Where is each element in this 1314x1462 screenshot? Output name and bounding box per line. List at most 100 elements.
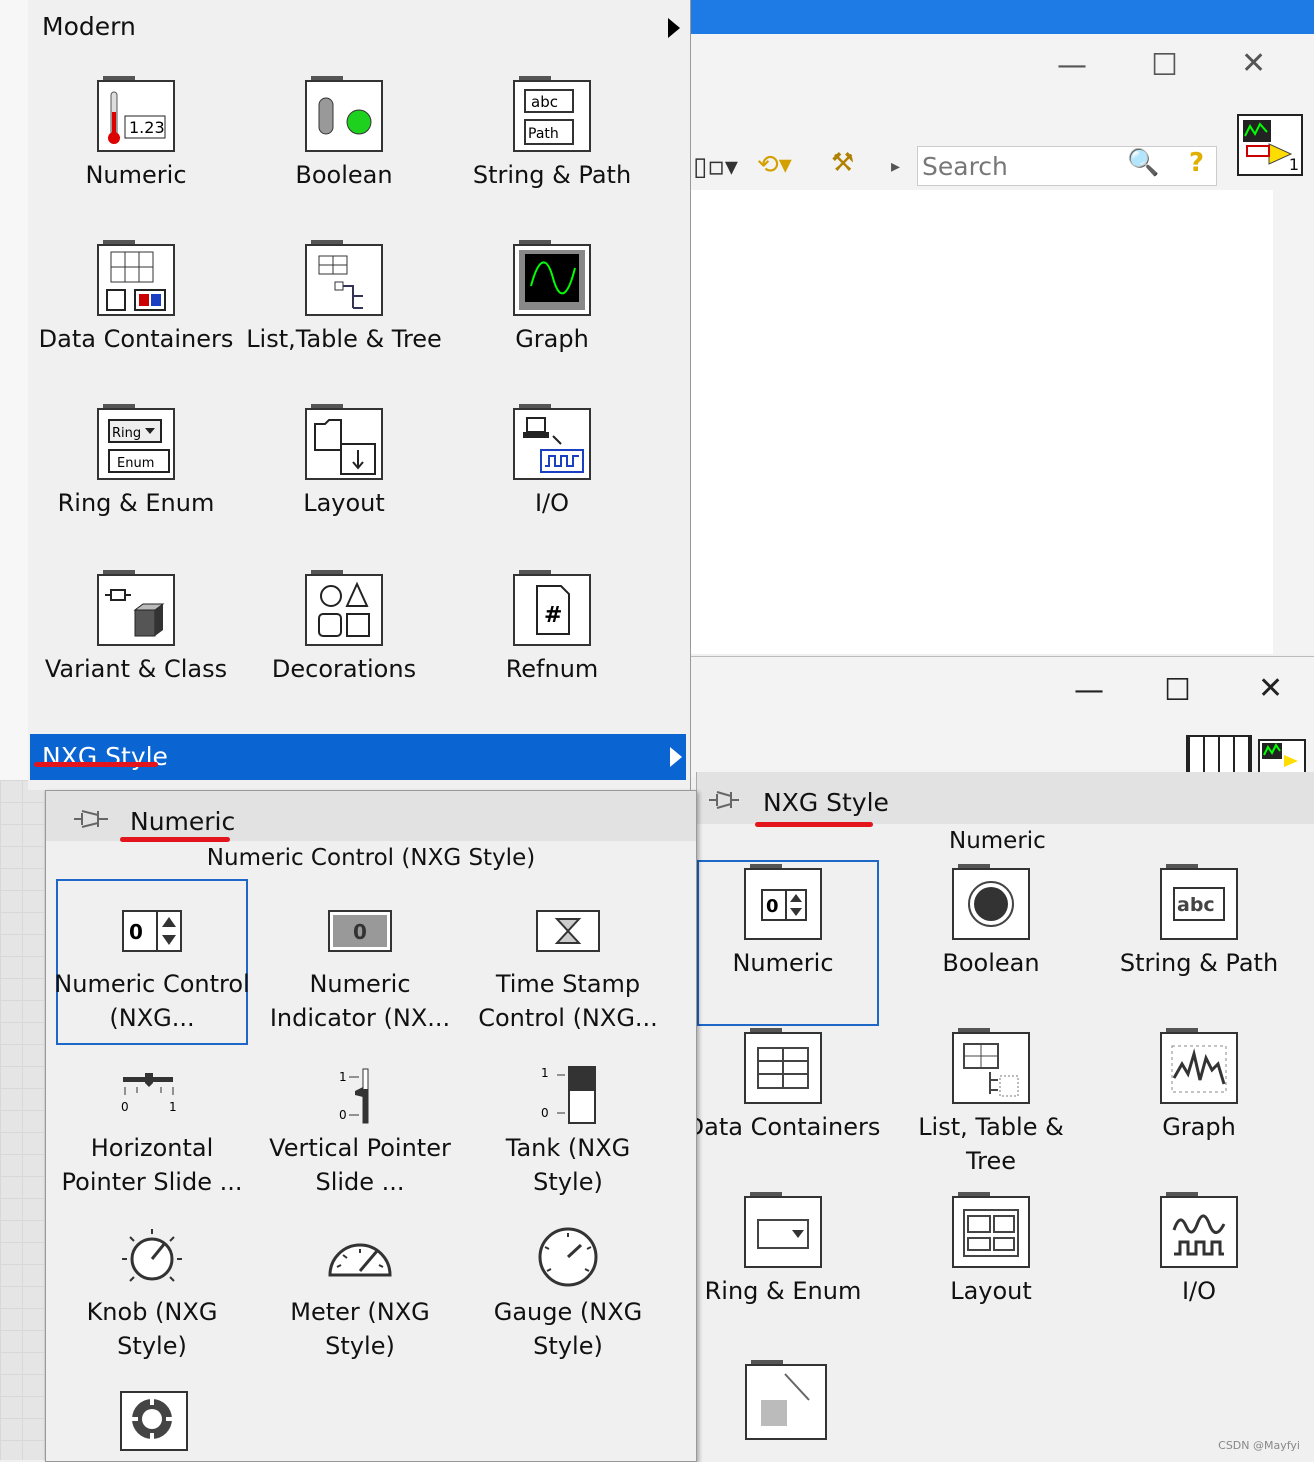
- cleanup-icon[interactable]: ⚒: [831, 148, 854, 178]
- maximize-icon[interactable]: ☐: [1151, 48, 1178, 83]
- nxg-string-icon: abc: [1160, 864, 1238, 940]
- align-objects-icon[interactable]: ▯▫▾: [693, 152, 738, 182]
- numeric-item-meter[interactable]: Meter (NXG Style): [260, 1227, 460, 1363]
- palette-title: Numeric: [130, 807, 236, 836]
- numeric-item-control[interactable]: 0 Numeric Control (NXG...: [52, 901, 252, 1035]
- search-icon[interactable]: 🔍: [1127, 148, 1159, 178]
- vi-icon-2[interactable]: [1258, 739, 1306, 775]
- scale-min: 0: [541, 1106, 549, 1120]
- item-label: Meter (NXG Style): [290, 1298, 430, 1360]
- numeric-item-indicator[interactable]: 0 Numeric Indicator (NX...: [260, 901, 460, 1035]
- nxg-numeric-icon: 0: [744, 864, 822, 940]
- nxg-item-ring-enum[interactable]: Ring & Enum: [683, 1192, 883, 1308]
- nxg-decorations-icon[interactable]: [745, 1360, 827, 1440]
- ring-text: Ring: [112, 426, 141, 441]
- nxg-item-boolean[interactable]: Boolean: [891, 864, 1091, 980]
- nxg-data-containers-icon: [744, 1028, 822, 1104]
- nxg-item-list-table-tree[interactable]: List, Table & Tree: [891, 1028, 1091, 1178]
- palette-item-ring-enum[interactable]: Ring Enum Ring & Enum: [36, 404, 236, 520]
- item-label: Numeric Control (NXG...: [54, 970, 250, 1032]
- palette-item-io[interactable]: I/O: [452, 404, 652, 520]
- item-label: String & Path: [1119, 949, 1279, 977]
- item-label: Tank (NXG Style): [505, 1134, 631, 1196]
- nxg-item-data-containers[interactable]: Data Containers: [683, 1028, 883, 1144]
- item-label: I/O: [1181, 1277, 1217, 1305]
- item-label: Layout: [950, 1277, 1032, 1305]
- numeric-icon: 1.23: [97, 76, 175, 152]
- boolean-icon: [305, 76, 383, 152]
- horizontal-slide-icon: 01: [121, 1073, 177, 1114]
- nxg-list-icon: [952, 1028, 1030, 1104]
- nxg-item-string-path[interactable]: abc String & Path: [1099, 864, 1299, 980]
- maximize-icon-2[interactable]: ☐: [1164, 673, 1191, 708]
- enum-text: Enum: [117, 456, 154, 471]
- minimize-icon-2[interactable]: —: [1074, 673, 1104, 708]
- nxg-style-palette: NXG Style Numeric 0 Numeric Boolean abc …: [686, 772, 1314, 1460]
- pin-icon[interactable]: [707, 788, 741, 812]
- numeric-item-vertical-slide[interactable]: 10 Vertical Pointer Slide ...: [260, 1065, 460, 1199]
- nxg-ring-icon: [744, 1192, 822, 1268]
- numeric-icon-value: 1.23: [129, 118, 165, 137]
- palette-header: NXG Style: [697, 772, 1314, 824]
- nxg-item-layout[interactable]: Layout: [891, 1192, 1091, 1308]
- hash-text: #: [544, 603, 562, 628]
- item-label: Knob (NXG Style): [86, 1298, 218, 1360]
- background-window-2: — ☐ ✕: [690, 656, 1314, 777]
- nxg-item-graph[interactable]: Graph: [1099, 1028, 1299, 1144]
- item-label: Numeric: [85, 161, 187, 189]
- palette-item-layout[interactable]: Layout: [244, 404, 444, 520]
- spinner-icon: [132, 1399, 172, 1439]
- connector-pane-icon[interactable]: [1186, 735, 1252, 775]
- vertical-slide-icon: 10: [339, 1068, 369, 1124]
- palette-item-decorations[interactable]: Decorations: [244, 570, 444, 686]
- item-label: Layout: [303, 489, 385, 517]
- palette-title: Modern: [42, 12, 136, 41]
- decorations-icon: [305, 570, 383, 646]
- item-label: Variant & Class: [44, 655, 228, 683]
- search-expand-icon[interactable]: ▸: [891, 152, 900, 182]
- background-window: — ☐ ✕ ▯▫▾ ⟲▾ ⚒ ▸ Search 🔍 ? 1: [690, 34, 1314, 654]
- minimize-icon[interactable]: —: [1057, 48, 1087, 83]
- numeric-item-extra[interactable]: [120, 1391, 188, 1451]
- item-label: Decorations: [271, 655, 417, 683]
- item-label: Vertical Pointer Slide ...: [269, 1134, 451, 1196]
- palette-item-graph[interactable]: Graph: [452, 240, 652, 356]
- nxg-style-menu-item[interactable]: NXG Style: [30, 734, 686, 780]
- close-icon[interactable]: ✕: [1241, 46, 1266, 81]
- palette-item-boolean[interactable]: Boolean: [244, 76, 444, 192]
- scale-min: 0: [339, 1108, 347, 1122]
- nxg-item-io[interactable]: I/O: [1099, 1192, 1299, 1308]
- palette-item-refnum[interactable]: # Refnum: [452, 570, 652, 686]
- search-input[interactable]: Search: [917, 146, 1217, 186]
- zero-text: 0: [766, 896, 779, 917]
- pin-icon[interactable]: [72, 807, 110, 831]
- watermark: CSDN @Mayfyi: [1218, 1439, 1300, 1452]
- help-icon[interactable]: ?: [1189, 148, 1204, 178]
- reorder-icon[interactable]: ⟲▾: [757, 150, 792, 180]
- vi-icon[interactable]: 1: [1237, 114, 1303, 176]
- close-icon-2[interactable]: ✕: [1258, 671, 1283, 706]
- scale-max: 1: [339, 1070, 347, 1084]
- item-label: Graph: [1162, 1113, 1236, 1141]
- palette-item-data-containers[interactable]: Data Containers: [36, 240, 236, 356]
- numeric-item-horizontal-slide[interactable]: 01 Horizontal Pointer Slide ...: [52, 1065, 252, 1199]
- numeric-item-timestamp[interactable]: Time Stamp Control (NXG...: [468, 901, 668, 1035]
- path-text: Path: [528, 126, 559, 142]
- numeric-item-knob[interactable]: Knob (NXG Style): [52, 1227, 252, 1363]
- palette-item-numeric[interactable]: 1.23 Numeric: [36, 76, 236, 192]
- hover-tip: Numeric: [949, 828, 1046, 854]
- numeric-item-gauge[interactable]: Gauge (NXG Style): [468, 1227, 668, 1363]
- item-label: Data Containers: [38, 325, 234, 353]
- graph-icon: [513, 240, 591, 316]
- palette-item-variant-class[interactable]: Variant & Class: [36, 570, 236, 686]
- item-label: Numeric Indicator (NX...: [269, 970, 451, 1032]
- palette-item-string-path[interactable]: abc Path String & Path: [452, 76, 652, 192]
- item-label: List,Table & Tree: [246, 325, 442, 353]
- item-label: String & Path: [472, 161, 632, 189]
- time-stamp-icon: [536, 910, 600, 952]
- meter-icon: [328, 1243, 392, 1277]
- palette-item-list-table-tree[interactable]: List,Table & Tree: [244, 240, 444, 356]
- numeric-item-tank[interactable]: 10 Tank (NXG Style): [468, 1065, 668, 1199]
- item-label: Data Containers: [685, 1113, 881, 1141]
- nxg-item-numeric[interactable]: 0 Numeric: [683, 864, 883, 980]
